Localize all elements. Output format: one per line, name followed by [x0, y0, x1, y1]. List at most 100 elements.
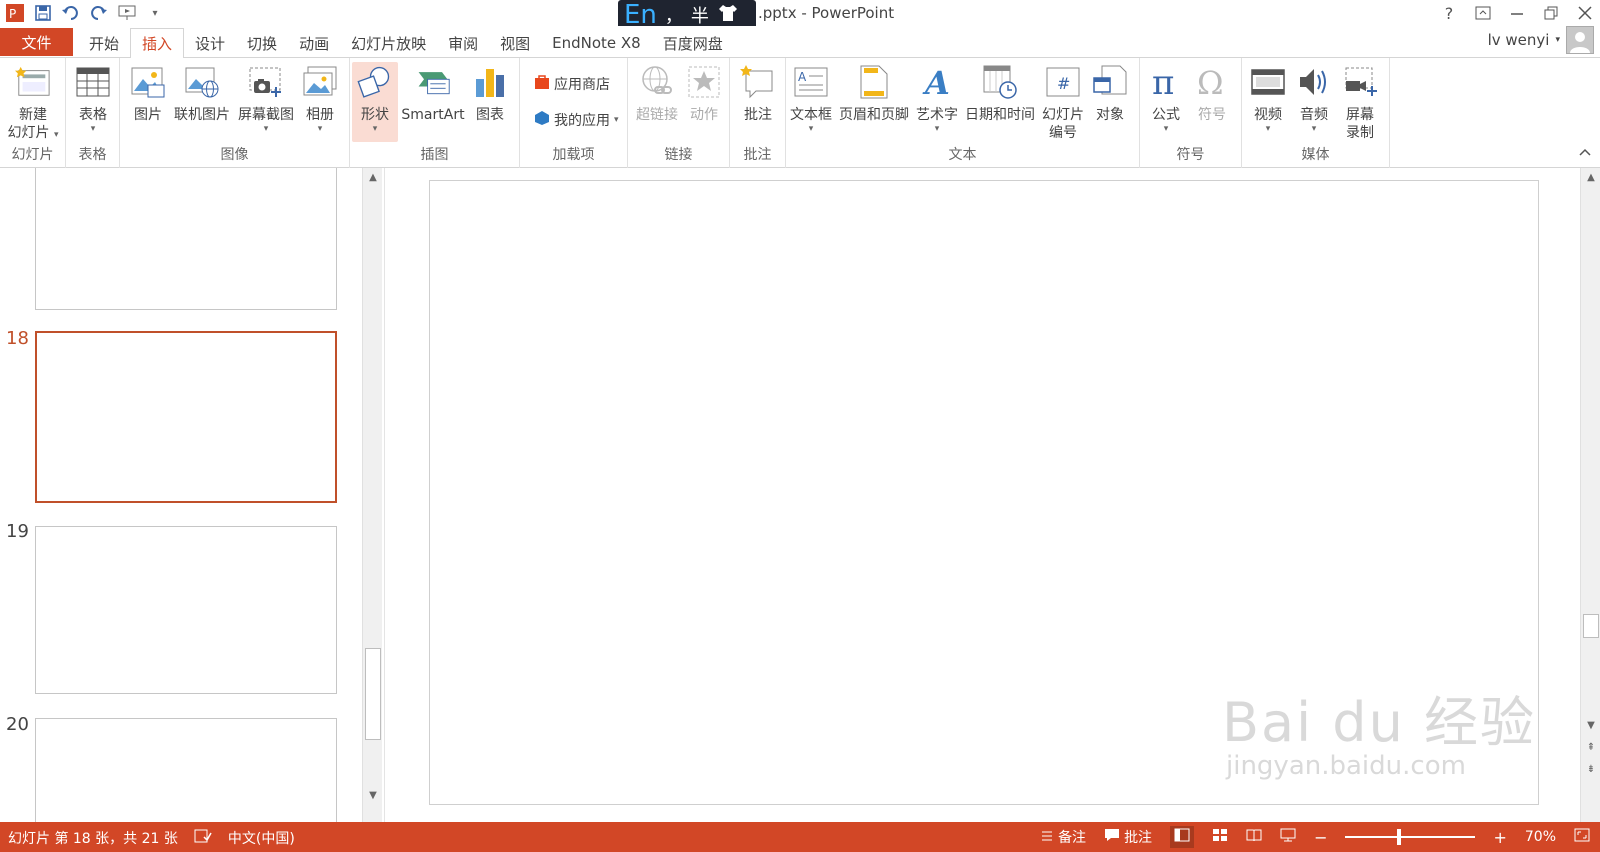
- action-button[interactable]: 动作: [684, 62, 724, 124]
- save-icon[interactable]: [32, 2, 54, 24]
- video-label: 视频: [1254, 107, 1282, 123]
- tab-endnote[interactable]: EndNote X8: [541, 28, 652, 58]
- pi-icon: π: [1148, 62, 1184, 102]
- header-footer-button[interactable]: 页眉和页脚: [836, 62, 912, 124]
- slide-sorter-icon[interactable]: [1212, 828, 1228, 846]
- slide-info[interactable]: 幻灯片 第 18 张，共 21 张: [8, 828, 178, 848]
- audio-button[interactable]: 音频 ▾: [1294, 62, 1334, 134]
- online-picture-button[interactable]: 联机图片: [172, 62, 232, 124]
- slide-number-button[interactable]: # 幻灯片 编号: [1040, 62, 1086, 142]
- tab-home[interactable]: 开始: [78, 28, 130, 58]
- textbox-label: 文本框: [790, 107, 832, 123]
- tab-animations[interactable]: 动画: [288, 28, 340, 58]
- smartart-button[interactable]: SmartArt: [400, 62, 466, 124]
- user-account[interactable]: lv wenyi ▾: [1488, 26, 1594, 54]
- tab-review[interactable]: 审阅: [437, 28, 489, 58]
- wordart-button[interactable]: A 艺术字 ▾: [914, 62, 960, 134]
- picture-button[interactable]: 图片: [128, 62, 168, 124]
- next-slide-icon[interactable]: ⇟: [1581, 760, 1600, 778]
- scrollbar-thumb[interactable]: [1583, 614, 1599, 638]
- action-star-icon: [686, 62, 722, 102]
- tab-insert[interactable]: 插入: [130, 28, 185, 59]
- collapse-ribbon-icon[interactable]: [1578, 145, 1592, 161]
- customize-qat-icon[interactable]: ▾: [144, 2, 166, 24]
- start-from-beginning-icon[interactable]: [116, 2, 138, 24]
- editor-scrollbar[interactable]: ▲ ▼ ⇞ ⇟: [1580, 168, 1600, 822]
- language-indicator[interactable]: 中文(中国): [228, 828, 295, 848]
- tab-view[interactable]: 视图: [489, 28, 541, 58]
- table-icon: [75, 62, 111, 102]
- redo-icon[interactable]: [88, 2, 110, 24]
- slide-thumbnail-20[interactable]: [35, 718, 337, 822]
- zoom-level[interactable]: 70%: [1525, 829, 1556, 845]
- chevron-down-icon: ▾: [1163, 124, 1169, 134]
- status-right: 备注 批注 − + 70%: [1040, 826, 1590, 848]
- zoom-out-button[interactable]: −: [1314, 828, 1327, 847]
- group-label-images: 图像: [220, 147, 249, 163]
- slide-thumbnail-17[interactable]: [35, 168, 337, 310]
- avatar[interactable]: [1566, 26, 1594, 54]
- spellcheck-icon[interactable]: [194, 828, 212, 848]
- screenshot-button[interactable]: 屏幕截图 ▾: [234, 62, 298, 134]
- hyperlink-label: 超链接: [636, 107, 678, 123]
- screen-record-button[interactable]: 屏幕 录制: [1340, 62, 1380, 142]
- comments-button[interactable]: 批注: [1104, 827, 1152, 847]
- scroll-up-icon[interactable]: ▲: [363, 168, 383, 186]
- equation-button[interactable]: π 公式 ▾: [1146, 62, 1186, 134]
- ribbon-display-options-icon[interactable]: [1472, 2, 1494, 24]
- tab-slideshow[interactable]: 幻灯片放映: [340, 28, 437, 58]
- svg-text:A: A: [798, 70, 807, 84]
- group-illustrations: 形状 ▾ SmartArt 图表 插图: [350, 58, 520, 168]
- symbol-button[interactable]: Ω 符号: [1192, 62, 1232, 124]
- comment-button[interactable]: 批注: [738, 62, 778, 124]
- chart-button[interactable]: 图表: [470, 62, 510, 124]
- tab-transitions[interactable]: 切换: [236, 28, 288, 58]
- close-icon[interactable]: [1574, 2, 1596, 24]
- online-picture-icon: [184, 62, 220, 102]
- store-button[interactable]: 应用商店: [534, 74, 610, 94]
- chevron-down-icon: ▾: [372, 124, 378, 134]
- header-footer-icon: [856, 62, 892, 102]
- title-bar: P ▾ En ， 半 .pptx - PowerPoint ?: [0, 0, 1600, 30]
- normal-view-icon[interactable]: [1170, 826, 1195, 848]
- slideshow-view-icon[interactable]: [1280, 828, 1296, 846]
- scroll-down-icon[interactable]: ▼: [1581, 716, 1600, 734]
- object-button[interactable]: 对象: [1090, 62, 1130, 124]
- notes-button[interactable]: 备注: [1040, 827, 1086, 847]
- reading-view-icon[interactable]: [1246, 828, 1262, 846]
- undo-icon[interactable]: [60, 2, 82, 24]
- thumbnail-scrollbar[interactable]: ▲ ▼: [362, 168, 382, 822]
- action-label: 动作: [690, 107, 718, 123]
- textbox-button[interactable]: A 文本框 ▾: [788, 62, 834, 134]
- calendar-clock-icon: [982, 62, 1018, 102]
- tab-baidu-netdisk[interactable]: 百度网盘: [652, 28, 734, 58]
- my-apps-button[interactable]: 我的应用 ▾: [534, 110, 619, 130]
- slide-thumbnail-19[interactable]: [35, 526, 337, 694]
- header-footer-label: 页眉和页脚: [839, 107, 909, 123]
- help-icon[interactable]: ?: [1438, 2, 1460, 24]
- datetime-button[interactable]: 日期和时间: [962, 62, 1038, 124]
- shapes-button[interactable]: 形状 ▾: [352, 62, 398, 142]
- scroll-up-icon[interactable]: ▲: [1581, 168, 1600, 186]
- minimize-icon[interactable]: [1506, 2, 1528, 24]
- zoom-in-button[interactable]: +: [1493, 828, 1506, 847]
- fit-slide-icon[interactable]: [1574, 828, 1590, 846]
- scrollbar-thumb[interactable]: [365, 648, 381, 740]
- album-button[interactable]: 相册 ▾: [300, 62, 340, 134]
- tab-file[interactable]: 文件: [0, 28, 73, 56]
- zoom-slider[interactable]: [1345, 829, 1476, 845]
- tab-design[interactable]: 设计: [184, 28, 236, 58]
- thumbnail-number: 19: [6, 521, 29, 542]
- new-slide-button[interactable]: 新建 幻灯片 ▾: [3, 62, 63, 142]
- new-slide-label-2: 幻灯片 ▾: [7, 125, 59, 141]
- previous-slide-icon[interactable]: ⇞: [1581, 738, 1600, 756]
- powerpoint-logo-icon[interactable]: P: [4, 2, 26, 24]
- slide-thumbnail-18[interactable]: [35, 331, 337, 503]
- hyperlink-button[interactable]: 超链接: [632, 62, 682, 124]
- zoom-slider-handle[interactable]: [1397, 829, 1402, 845]
- group-label-tables: 表格: [78, 147, 107, 163]
- video-button[interactable]: 视频 ▾: [1248, 62, 1288, 134]
- scroll-down-icon[interactable]: ▼: [363, 786, 383, 804]
- table-button[interactable]: 表格 ▾: [73, 62, 113, 134]
- restore-icon[interactable]: [1540, 2, 1562, 24]
